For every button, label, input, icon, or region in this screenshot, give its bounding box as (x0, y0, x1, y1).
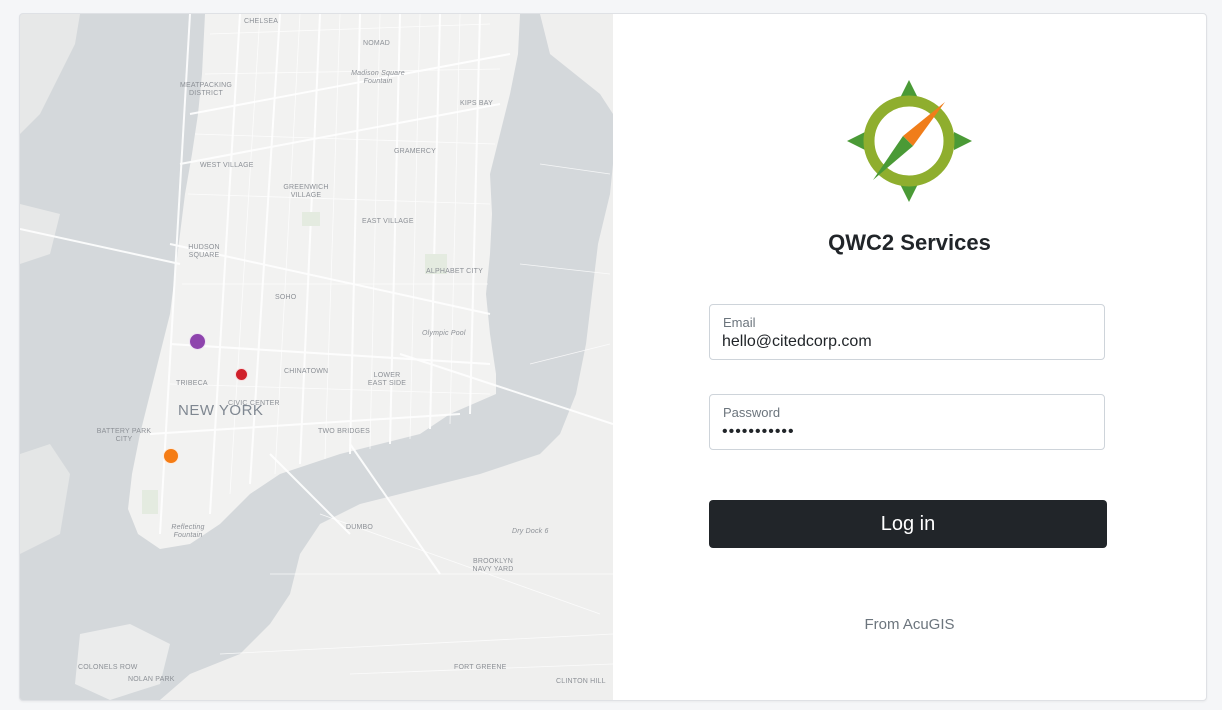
map-label-new-york: NEW YORK (178, 402, 264, 419)
map-label-tribeca: TRIBECA (176, 380, 208, 387)
map-label-soho: SOHO (275, 294, 297, 301)
login-panel: QWC2 Services Email Password Log in From… (613, 14, 1206, 700)
map-label-lower-east-side: LOWER EAST SIDE (367, 372, 407, 387)
email-input[interactable] (722, 331, 1092, 353)
map-label-dumbo: DUMBO (346, 524, 374, 531)
map-label-west-village: WEST VILLAGE (200, 162, 254, 169)
map-label-fort-greene: FORT GREENE (454, 664, 507, 671)
map-label-battery-park: BATTERY PARK CITY (96, 428, 152, 443)
map-label-olympic-pool: Olympic Pool (422, 330, 466, 337)
map-label-kips-bay: KIPS BAY (460, 100, 493, 107)
map-marker-orange[interactable] (163, 448, 179, 464)
map-label-chinatown: CHINATOWN (284, 368, 329, 375)
map-label-greenwich: GREENWICH VILLAGE (283, 184, 329, 199)
login-button[interactable]: Log in (709, 500, 1107, 548)
compass-icon (847, 80, 972, 202)
map-label-dry-dock: Dry Dock 6 (512, 528, 549, 535)
password-input[interactable] (722, 421, 1092, 443)
map-label-east-village: EAST VILLAGE (362, 218, 414, 225)
map-label-gramercy: GRAMERCY (394, 148, 437, 155)
map-marker-red[interactable] (235, 368, 248, 381)
map-label-chelsea: CHELSEA (244, 18, 279, 25)
map-label-meatpacking: MEATPACKING DISTRICT (179, 82, 233, 97)
password-label: Password (723, 405, 781, 420)
map-label-brooklyn-navy: BROOKLYN NAVY YARD (472, 558, 514, 573)
password-field[interactable]: Password (709, 394, 1105, 450)
map-label-hudson-square: HUDSON SQUARE (188, 244, 220, 259)
map-canvas (20, 14, 613, 700)
map-label-two-bridges: TWO BRIDGES (318, 428, 370, 435)
map-label-nolan-park: NOLAN PARK (128, 676, 175, 683)
footer-text: From AcuGIS (864, 616, 955, 633)
map-label-clinton-hill: CLINTON HILL (556, 678, 606, 685)
map-label-nomad: NOMAD (363, 40, 391, 47)
map-label-alphabet-city: ALPHABET CITY (426, 268, 483, 275)
email-label: Email (723, 315, 756, 330)
map-marker-purple[interactable] (189, 333, 206, 350)
page-title: QWC2 Services (828, 230, 991, 255)
map-label-civic-center: CIVIC CENTER (228, 400, 280, 407)
map-label-madison-square: Madison Square Fountain (351, 70, 405, 85)
map-label-reflecting-fountain: Reflecting Fountain (171, 524, 205, 539)
map-panel[interactable]: CHELSEA NOMAD Madison Square Fountain ME… (20, 14, 613, 700)
email-field[interactable]: Email (709, 304, 1105, 360)
map-label-colonels-row: COLONELS ROW (78, 664, 138, 671)
login-card: CHELSEA NOMAD Madison Square Fountain ME… (19, 13, 1207, 701)
